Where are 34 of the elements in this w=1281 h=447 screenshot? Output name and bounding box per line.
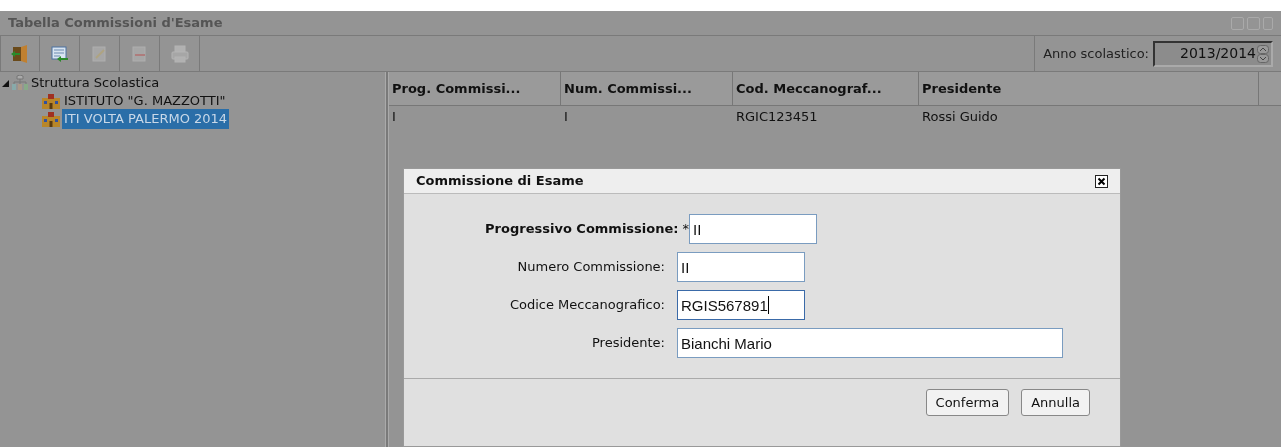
field-label: Codice Meccanografico: xyxy=(509,296,665,315)
field-label: Presidente: xyxy=(591,334,665,353)
input-field[interactable]: II xyxy=(677,252,805,282)
dialog-title: Commissione di Esame xyxy=(416,172,584,191)
column-header[interactable]: Prog. Commissi... xyxy=(389,72,561,105)
expanded-triangle-icon[interactable] xyxy=(2,79,9,87)
year-label: Anno scolastico: xyxy=(1043,44,1149,63)
input-field[interactable]: Bianchi Mario xyxy=(677,328,1063,358)
column-header[interactable]: Cod. Meccanograf... xyxy=(733,72,919,105)
tree-item[interactable]: Struttura Scolastica xyxy=(31,73,160,93)
field-label: Progressivo Commissione: xyxy=(485,220,679,239)
required-mark: * xyxy=(682,220,689,239)
table-cell-text: I xyxy=(391,108,397,127)
close-icon[interactable] xyxy=(1095,174,1108,188)
column-header[interactable]: Num. Commissi... xyxy=(561,72,733,105)
dialog-button[interactable]: Conferma xyxy=(925,389,1010,416)
dialog-button[interactable]: Annulla xyxy=(1021,389,1090,416)
column-header[interactable]: Presidente xyxy=(919,72,1259,105)
window-title: Tabella Commissioni d'Esame xyxy=(8,14,223,33)
table-cell-text: Rossi Guido xyxy=(921,108,999,127)
school-building-icon xyxy=(42,93,60,109)
input-field[interactable]: RGIS567891 xyxy=(677,290,805,320)
spinner-arrows-icon[interactable] xyxy=(1257,44,1269,63)
door-icon[interactable] xyxy=(10,43,30,64)
input-field[interactable]: II xyxy=(689,214,817,244)
school-building-icon xyxy=(42,111,60,127)
tree-item[interactable]: ITI VOLTA PALERMO 2014 xyxy=(62,109,230,129)
table-cell-text: RGIC123451 xyxy=(735,108,819,127)
field-label: Numero Commissione: xyxy=(517,258,665,277)
year-spinner[interactable]: 2013/2014 xyxy=(1153,40,1273,67)
hierarchy-icon xyxy=(11,75,29,91)
form-arrow-icon[interactable] xyxy=(49,43,70,64)
tree-item[interactable]: ISTITUTO "G. MAZZOTTI" xyxy=(62,91,228,111)
table-cell-text: I xyxy=(563,108,569,127)
